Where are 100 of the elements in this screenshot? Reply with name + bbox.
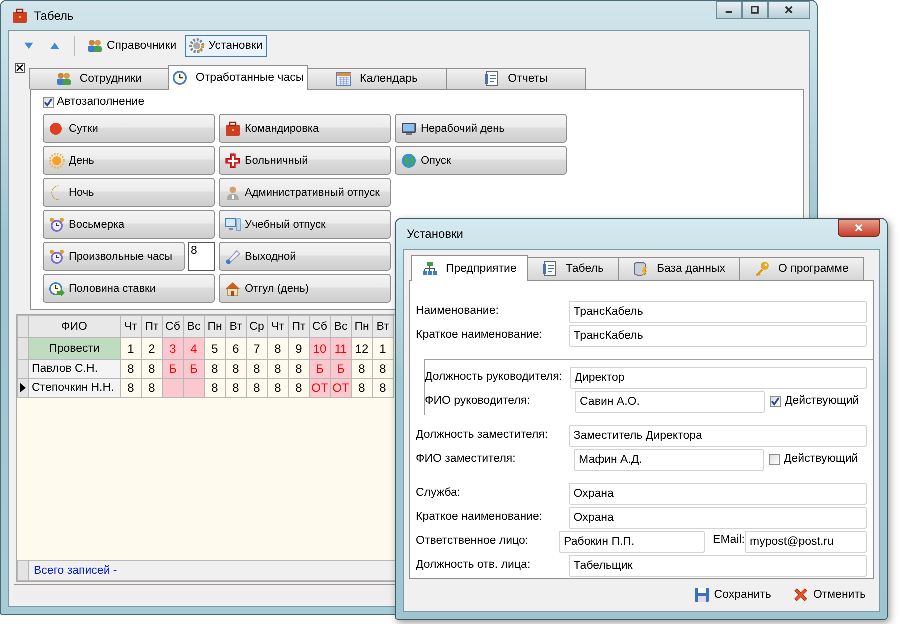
tab[interactable]: База данных (618, 257, 740, 280)
close-icon (853, 223, 865, 233)
maximize-icon (750, 5, 760, 15)
hours-cell: Б (162, 360, 184, 378)
tab[interactable]: Табель (526, 257, 619, 280)
action-button[interactable]: День (43, 146, 215, 175)
hours-cell: 8 (372, 378, 394, 398)
action-button[interactable]: Опуск (395, 146, 567, 175)
text-field[interactable]: ТрансКабель (568, 301, 867, 323)
hours-field[interactable]: 8 (188, 242, 215, 271)
database-icon (632, 261, 649, 277)
calendar-icon (336, 71, 352, 87)
close-icon (16, 64, 24, 72)
hours-cell: 8 (288, 360, 310, 378)
hours-cell: 8 (142, 360, 162, 378)
action-button[interactable]: Выходной (219, 242, 391, 271)
date-cell: 9 (288, 338, 310, 360)
key-icon (754, 261, 770, 277)
checkbox[interactable] (770, 396, 781, 406)
action-button[interactable]: Нерабочий день (395, 114, 567, 143)
close-button[interactable] (768, 1, 810, 19)
checkbox-label: Действующий (785, 395, 860, 407)
field-label: Краткое наименование: (416, 328, 544, 341)
hours-cell: 8 (288, 378, 310, 398)
date-cell: 6 (226, 338, 246, 360)
hours-cell: 8 (268, 378, 288, 398)
toolbar-button[interactable]: Справочники (83, 35, 181, 57)
hours-cell: 8 (204, 360, 226, 378)
action-button[interactable]: Сутки (43, 114, 215, 143)
toolbar-button[interactable]: Установки (184, 35, 267, 57)
hours-cell: 8 (142, 378, 162, 398)
tab[interactable]: Предприятие (411, 255, 528, 281)
hours-cell: ОТ (310, 378, 330, 398)
close-button[interactable] (838, 219, 880, 237)
action-button[interactable]: Командировка (219, 114, 391, 143)
date-cell: 2 (142, 338, 162, 360)
column-header: Чт (120, 316, 142, 338)
column-header: Пт (142, 316, 162, 338)
hours-cell: 8 (352, 360, 372, 378)
text-field[interactable]: Мафин А.Д. (574, 449, 764, 471)
action-button[interactable]: Учебный отпуск (219, 210, 391, 239)
hours-cell: 8 (226, 378, 246, 398)
date-cell: 1 (372, 338, 394, 360)
action-button[interactable]: Восьмерка (43, 210, 215, 239)
up-arrow-icon (48, 41, 62, 51)
action-button[interactable]: Ночь (43, 178, 215, 207)
hours-cell: 8 (372, 360, 394, 378)
hours-cell: ОТ (330, 378, 352, 398)
field-label: Служба: (416, 486, 462, 499)
text-field[interactable]: Рабокин П.П. (559, 531, 706, 553)
action-button[interactable]: Отгул (день) (219, 274, 391, 303)
action-button[interactable]: Произвольные часы (43, 242, 185, 271)
tab[interactable]: Календарь (307, 68, 447, 89)
email-field[interactable]: mypost@post.ru (745, 531, 867, 553)
action-button[interactable]: Больничный (219, 146, 391, 175)
row-indicator (18, 338, 28, 360)
dialog-title: Установки (407, 227, 464, 241)
row-indicator (18, 560, 28, 580)
text-field[interactable]: Охрана (568, 507, 867, 529)
text-field[interactable]: Заместитель Директора (568, 425, 867, 447)
text-field[interactable]: Савин А.О. (575, 391, 765, 413)
tab[interactable]: Отработанные часы (168, 65, 308, 90)
date-cell: 3 (162, 338, 184, 360)
cancel-button[interactable]: Отменить (791, 585, 868, 605)
clock-icon (172, 70, 188, 86)
tab[interactable]: Сотрудники (29, 68, 169, 89)
column-header: Сб (310, 316, 330, 338)
column-header: Вс (330, 316, 352, 338)
people-icon (56, 71, 72, 87)
field-label: Ответственное лицо: (416, 534, 530, 547)
maximize-button[interactable] (742, 1, 768, 19)
action-button[interactable]: Административный отпуск (219, 178, 391, 207)
field-label: Должность отв. лица: (416, 558, 532, 571)
close-panel-button[interactable] (15, 63, 25, 73)
tab[interactable]: О программе (739, 257, 864, 280)
alarm-clock-icon (49, 216, 65, 232)
action-button[interactable]: Половина ставки (43, 274, 215, 303)
text-field[interactable]: Охрана (568, 483, 867, 505)
field-label: Должность заместителя: (416, 428, 550, 441)
down-arrow-icon (22, 41, 36, 51)
text-field[interactable]: ТрансКабель (568, 325, 867, 347)
post-button[interactable]: Провести (28, 338, 120, 360)
checkbox-label: Автозаполнение (57, 96, 145, 108)
date-cell: 12 (352, 338, 372, 360)
field-label: ФИО заместителя: (416, 452, 517, 465)
text-field[interactable]: Табельщик (568, 555, 867, 577)
tab[interactable]: Отчеты (446, 68, 586, 89)
cross-icon (225, 152, 241, 168)
save-button[interactable]: Сохранить (692, 585, 774, 605)
hours-cell: Б (184, 360, 204, 378)
hours-cell: 8 (226, 360, 246, 378)
settings-icon (188, 38, 205, 54)
checkbox[interactable] (43, 96, 54, 108)
date-cell: 10 (310, 338, 330, 360)
date-cell: 1 (120, 338, 142, 360)
network-icon (422, 260, 438, 276)
hours-cell: 8 (120, 360, 142, 378)
checkbox[interactable] (769, 454, 780, 464)
date-cell: 11 (330, 338, 352, 360)
text-field[interactable]: Директор (570, 367, 867, 389)
